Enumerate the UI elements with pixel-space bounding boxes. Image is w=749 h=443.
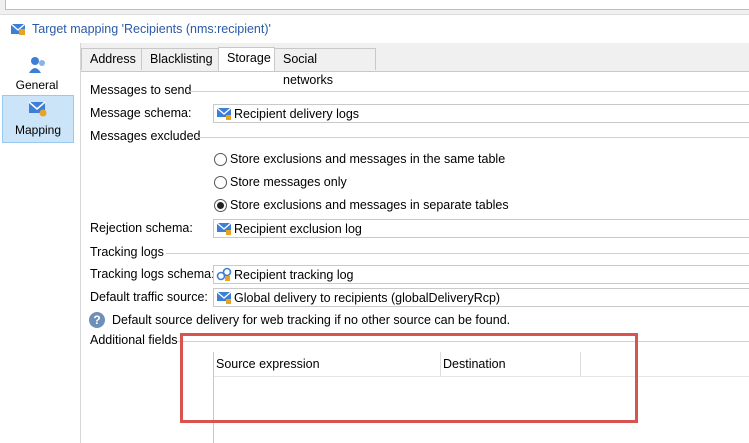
table-header: Source expression Destination <box>214 352 749 377</box>
sidebar-item-general[interactable]: General <box>2 51 72 97</box>
tab-address[interactable]: Address <box>81 48 142 70</box>
column-header-destination[interactable]: Destination <box>443 357 506 371</box>
tab-blacklisting[interactable]: Blacklisting <box>141 48 219 70</box>
sidebar: General Mapping <box>0 43 81 443</box>
section-tracking-logs: Tracking logs <box>90 245 164 259</box>
option-label: Store exclusions and messages in the sam… <box>230 152 506 166</box>
message-schema-field[interactable]: Recipient delivery logs <box>213 104 749 123</box>
tab-social-networks[interactable]: Social networks <box>274 48 376 87</box>
rejection-schema-label: Rejection schema: <box>90 221 193 235</box>
traffic-source-value: Global delivery to recipients (globalDel… <box>234 291 501 305</box>
radio-button[interactable] <box>214 199 227 212</box>
divider <box>188 91 749 92</box>
top-toolbar-strip <box>0 0 749 12</box>
tracking-schema-label: Tracking logs schema: <box>90 267 215 281</box>
column-separator <box>580 352 581 376</box>
column-header-source-expression[interactable]: Source expression <box>216 357 320 371</box>
tab-bar: Address Blacklisting Storage Social netw… <box>81 43 749 87</box>
traffic-source-field[interactable]: Global delivery to recipients (globalDel… <box>213 288 749 307</box>
message-schema-value: Recipient delivery logs <box>234 107 360 121</box>
divider <box>177 341 749 342</box>
section-messages-to-send: Messages to send <box>90 83 192 97</box>
section-messages-excluded: Messages excluded <box>90 129 201 143</box>
traffic-source-label: Default traffic source: <box>90 290 208 304</box>
additional-fields-table[interactable]: Source expression Destination <box>213 352 749 443</box>
message-schema-label: Message schema: <box>90 106 192 120</box>
section-additional-fields: Additional fields <box>90 333 178 347</box>
target-mapping-icon <box>10 21 26 40</box>
divider <box>166 253 749 254</box>
schema-icon <box>216 221 232 239</box>
option-label: Store exclusions and messages in separat… <box>230 198 509 212</box>
top-input-strip <box>5 0 749 10</box>
schema-icon <box>216 106 232 124</box>
rejection-schema-value: Recipient exclusion log <box>234 222 362 236</box>
radio-button[interactable] <box>214 176 227 189</box>
delivery-icon <box>216 290 232 308</box>
option-label: Store messages only <box>230 175 347 189</box>
sidebar-item-mapping[interactable]: Mapping <box>2 95 74 143</box>
tracking-icon <box>216 267 232 285</box>
info-text: Default source delivery for web tracking… <box>112 313 511 327</box>
tracking-schema-field[interactable]: Recipient tracking log <box>213 265 749 284</box>
mapping-icon <box>28 100 48 121</box>
info-icon: ? <box>89 312 105 328</box>
window-title-bar: Target mapping 'Recipients (nms:recipien… <box>0 14 749 44</box>
sidebar-item-label: General <box>15 78 59 92</box>
divider <box>195 137 749 138</box>
tab-storage[interactable]: Storage <box>218 47 275 71</box>
radio-button[interactable] <box>214 153 227 166</box>
column-separator <box>440 352 441 376</box>
rejection-schema-field[interactable]: Recipient exclusion log <box>213 219 749 238</box>
sidebar-item-label: Mapping <box>14 123 62 137</box>
window-title: Target mapping 'Recipients (nms:recipien… <box>32 22 271 36</box>
general-icon <box>27 55 47 78</box>
main-panel: Address Blacklisting Storage Social netw… <box>81 43 749 443</box>
tracking-schema-value: Recipient tracking log <box>234 268 354 282</box>
